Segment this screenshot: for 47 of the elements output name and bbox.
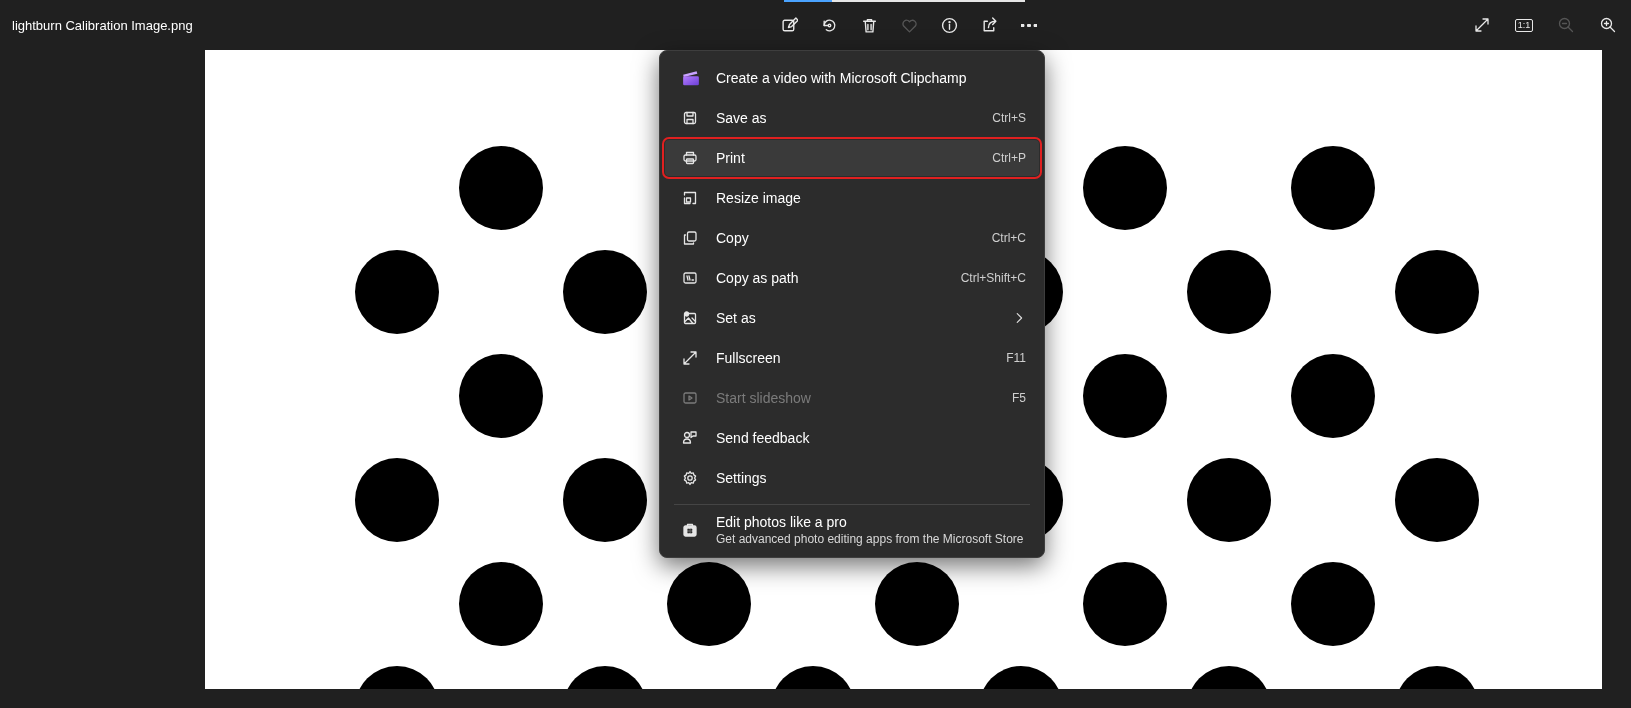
- people-icon: [682, 430, 698, 446]
- window-title: lightburn Calibration Image.png: [11, 17, 194, 33]
- menu-item-label: Start slideshow: [716, 390, 812, 406]
- menu-item-label: Set as: [716, 310, 757, 326]
- menu-item[interactable]: Copy as path Ctrl+Shift+C: [665, 260, 1039, 296]
- actual-size-button[interactable]: 1:1: [1507, 8, 1541, 42]
- resize-icon: [682, 190, 698, 206]
- menu-item-label: Copy as path: [716, 270, 800, 286]
- expand-icon: [682, 350, 698, 366]
- shortcut-label: Ctrl+S: [992, 111, 1026, 125]
- zoom-out-icon: [1558, 17, 1574, 33]
- menu-item[interactable]: Create a video with Microsoft Clipchamp: [665, 60, 1039, 96]
- menu-item-label: Save as: [716, 110, 768, 126]
- path-icon: [682, 270, 698, 286]
- promo-subtitle: Get advanced photo editing apps from the Microsoft Store: [716, 532, 1024, 546]
- menu-item[interactable]: Fullscreen F11: [665, 340, 1039, 376]
- menu-item-label: Settings: [716, 470, 768, 486]
- menu-item-label: Resize image: [716, 190, 802, 206]
- shortcut-label: F5: [1012, 391, 1026, 405]
- save-icon: [682, 110, 698, 126]
- menu-item[interactable]: Settings: [665, 460, 1039, 496]
- image-icon: [682, 310, 698, 326]
- menu-item-label: Send feedback: [716, 430, 811, 446]
- play-icon: [682, 390, 698, 406]
- shortcut-label: Ctrl+P: [992, 151, 1026, 165]
- settings-icon: [682, 470, 698, 486]
- menu-item-label: Fullscreen: [716, 350, 782, 366]
- copy-icon: [682, 230, 698, 246]
- shortcut-label: Ctrl+C: [991, 231, 1026, 245]
- menu-item[interactable]: Resize image: [665, 180, 1039, 216]
- menu-item[interactable]: Set as: [665, 300, 1039, 336]
- store-icon: [682, 522, 698, 538]
- promo-title: Edit photos like a pro: [716, 514, 848, 530]
- menu-item-label: Create a video with Microsoft Clipchamp: [716, 70, 968, 86]
- shortcut-label: Ctrl+Shift+C: [960, 271, 1026, 285]
- menu-item[interactable]: Copy Ctrl+C: [665, 220, 1039, 256]
- store-promo-item[interactable]: Edit photos like a pro Get advanced photo editing apps from the Microsoft Store: [665, 507, 1039, 553]
- expand-icon: [1474, 17, 1490, 33]
- menu-item-label: Copy: [716, 230, 750, 246]
- video-clip-icon: [682, 69, 700, 87]
- shortcut-label: F11: [1006, 351, 1026, 365]
- menu-item-label: Print: [716, 150, 746, 166]
- menu-item[interactable]: Save as Ctrl+S: [665, 100, 1039, 136]
- menu-item[interactable]: Send feedback: [665, 420, 1039, 456]
- menu-item[interactable]: Print Ctrl+P: [665, 140, 1039, 176]
- zoom-in-icon: [1600, 17, 1616, 33]
- printer-icon: [682, 150, 698, 166]
